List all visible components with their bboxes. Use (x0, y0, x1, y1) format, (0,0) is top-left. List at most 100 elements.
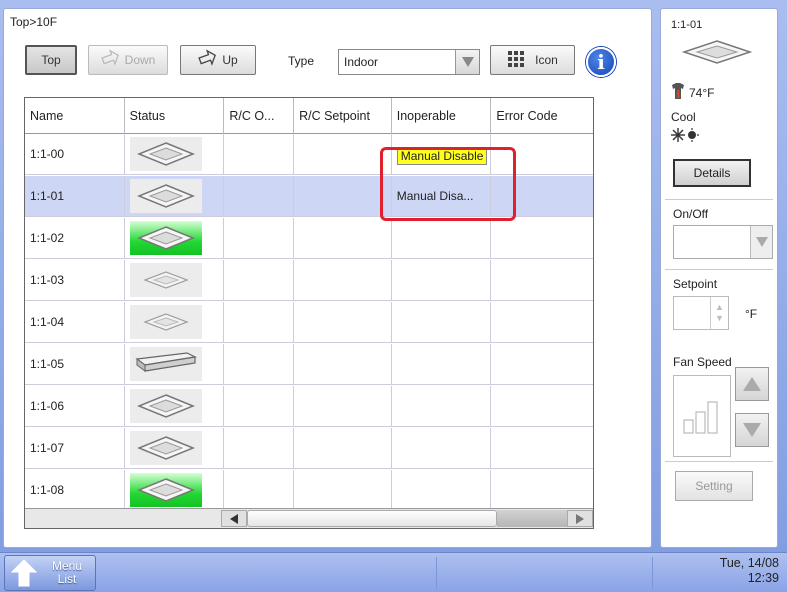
cassette-unit-icon[interactable] (129, 137, 202, 171)
cell-inoperable (392, 470, 492, 510)
column-header-status[interactable]: Status (125, 98, 225, 134)
arrow-up-icon (9, 558, 39, 588)
table-row[interactable]: 1:1-08 (25, 470, 593, 511)
cell-inoperable (392, 386, 492, 426)
cell-inoperable (392, 302, 492, 342)
divider (652, 557, 653, 589)
bottom-bar: Menu List Tue, 14/08 12:39 (0, 552, 787, 592)
fan-speed-up-button[interactable] (735, 367, 769, 401)
time-text: 12:39 (747, 571, 779, 585)
chevron-down-icon[interactable] (750, 226, 772, 258)
snowflake-sun-icon (671, 128, 699, 145)
cell-rc-onoff (224, 260, 295, 300)
column-header-error-code[interactable]: Error Code (491, 98, 593, 134)
cell-name: 1:1-00 (25, 134, 125, 174)
setting-button[interactable]: Setting (675, 471, 753, 501)
top-button[interactable]: Top (25, 45, 77, 75)
type-select[interactable]: Indoor (338, 49, 480, 75)
up-button-label: Up (222, 53, 238, 67)
cell-rc-onoff (224, 386, 295, 426)
clock: Tue, 14/08 12:39 (720, 556, 779, 586)
cell-inoperable (392, 260, 492, 300)
cassette-unit-icon[interactable] (129, 179, 202, 213)
divider (665, 461, 773, 462)
cell-name: 1:1-03 (25, 260, 125, 300)
cell-status (125, 470, 225, 510)
cell-rc-onoff (224, 176, 295, 216)
chevron-down-icon[interactable] (455, 50, 479, 74)
ceiling-suspended-unit-icon[interactable] (129, 347, 202, 381)
scrollbar-track[interactable] (497, 510, 567, 527)
type-label: Type (288, 54, 315, 68)
table-row[interactable]: 1:1-05 (25, 344, 593, 385)
up-button[interactable]: Up (180, 45, 256, 75)
table-row[interactable]: 1:1-04 (25, 302, 593, 343)
cell-status (125, 218, 225, 258)
cell-rc-setpoint (294, 470, 392, 510)
cell-error-code (491, 302, 593, 342)
room-temperature-value: 74°F (689, 85, 715, 100)
table-row[interactable]: 1:1-03 (25, 260, 593, 301)
cell-error-code (491, 218, 593, 258)
type-select-value: Indoor (344, 55, 379, 69)
cell-rc-setpoint (294, 302, 392, 342)
thermometer-icon (671, 83, 685, 102)
cell-error-code (491, 260, 593, 300)
divider (665, 199, 773, 200)
down-button[interactable]: Down (88, 45, 168, 75)
table-header: Name Status R/C O... R/C Setpoint Inoper… (25, 98, 593, 134)
column-header-name[interactable]: Name (25, 98, 125, 134)
breadcrumb[interactable]: Top>10F (10, 15, 57, 29)
scroll-right-icon[interactable] (567, 510, 593, 527)
stepper-arrows-icon[interactable]: ▲ ▼ (710, 297, 728, 329)
menu-list-label: Menu List (39, 560, 95, 586)
cell-status (125, 176, 225, 216)
fan-speed-label: Fan Speed (673, 355, 732, 369)
setpoint-stepper[interactable]: ▲ ▼ (673, 296, 729, 330)
onoff-select[interactable] (673, 225, 773, 259)
details-button[interactable]: Details (673, 159, 751, 187)
selected-unit-name: 1:1-01 (671, 19, 703, 31)
column-header-rc-onoff[interactable]: R/C O... (224, 98, 295, 134)
cell-name: 1:1-07 (25, 428, 125, 468)
date-text: Tue, 14/08 (719, 556, 779, 570)
column-header-inoperable[interactable]: Inoperable (392, 98, 492, 134)
cassette-unit-icon[interactable] (129, 221, 202, 255)
cassette-unit-icon[interactable] (129, 305, 202, 339)
fan-speed-down-button[interactable] (735, 413, 769, 447)
cell-error-code (491, 344, 593, 384)
cassette-unit-icon[interactable] (129, 389, 202, 423)
icon-view-label: Icon (535, 53, 558, 67)
menu-list-button[interactable]: Menu List (4, 555, 96, 591)
cassette-unit-icon[interactable] (129, 263, 202, 297)
list-label: List (57, 572, 77, 586)
fan-bars-icon (683, 401, 718, 434)
scroll-left-icon[interactable] (221, 510, 247, 527)
setpoint-label: Setpoint (673, 277, 718, 291)
divider (436, 557, 437, 589)
table-row[interactable]: 1:1-07 (25, 428, 593, 469)
cell-name: 1:1-04 (25, 302, 125, 342)
room-temperature: 74°F (671, 83, 714, 102)
mode-label: Cool (671, 110, 696, 124)
table-row[interactable]: 1:1-02 (25, 218, 593, 259)
column-header-rc-setpoint[interactable]: R/C Setpoint (294, 98, 392, 134)
info-icon[interactable]: i (586, 47, 616, 77)
table-row[interactable]: 1:1-06 (25, 386, 593, 427)
onoff-label: On/Off (673, 207, 709, 221)
cassette-unit-icon[interactable] (129, 431, 202, 465)
cell-rc-setpoint (294, 176, 392, 216)
icon-view-button[interactable]: Icon (490, 45, 575, 75)
cassette-unit-icon[interactable] (129, 473, 202, 507)
cell-status (125, 344, 225, 384)
app-window: Top>10F Top Down Up Type Indoor Icon i N… (0, 0, 787, 592)
down-button-label: Down (124, 53, 156, 67)
grid-icon (507, 50, 525, 71)
cell-status (125, 134, 225, 174)
scrollbar-thumb[interactable] (247, 510, 497, 527)
cell-error-code (491, 470, 593, 510)
horizontal-scrollbar[interactable] (25, 508, 593, 528)
cell-rc-setpoint (294, 134, 392, 174)
cell-rc-setpoint (294, 260, 392, 300)
cell-status (125, 302, 225, 342)
